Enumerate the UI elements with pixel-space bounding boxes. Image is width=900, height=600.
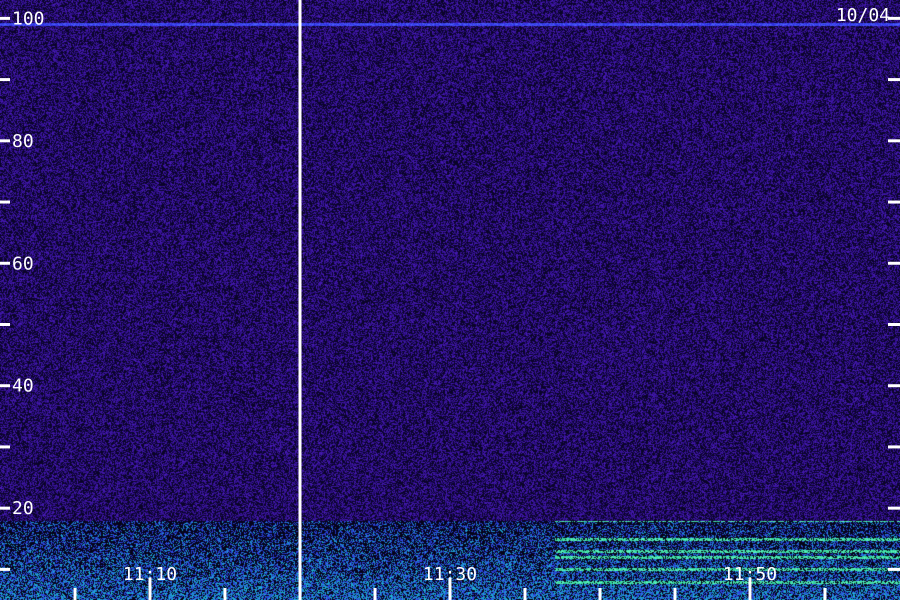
- y-tick-label: 60: [12, 253, 34, 274]
- y-tick-label: 40: [12, 376, 34, 397]
- y-axis-left: 100 80 60 40 20: [0, 8, 45, 571]
- x-tick-label: 11:30: [423, 564, 477, 585]
- x-axis: 11:10 11:30 11:50: [73, 564, 827, 600]
- date-label: 10/04: [835, 5, 890, 26]
- x-tick-label: 11:10: [123, 564, 177, 585]
- y-tick-label: 20: [12, 498, 34, 519]
- y-axis-right: [888, 16, 900, 571]
- y-tick-label: 80: [12, 131, 34, 152]
- x-tick-label: 11:50: [723, 564, 777, 585]
- y-tick-label: 100: [12, 8, 45, 29]
- axis-overlay: 100 80 60 40 20 11:10 11:30 11:50: [0, 0, 900, 600]
